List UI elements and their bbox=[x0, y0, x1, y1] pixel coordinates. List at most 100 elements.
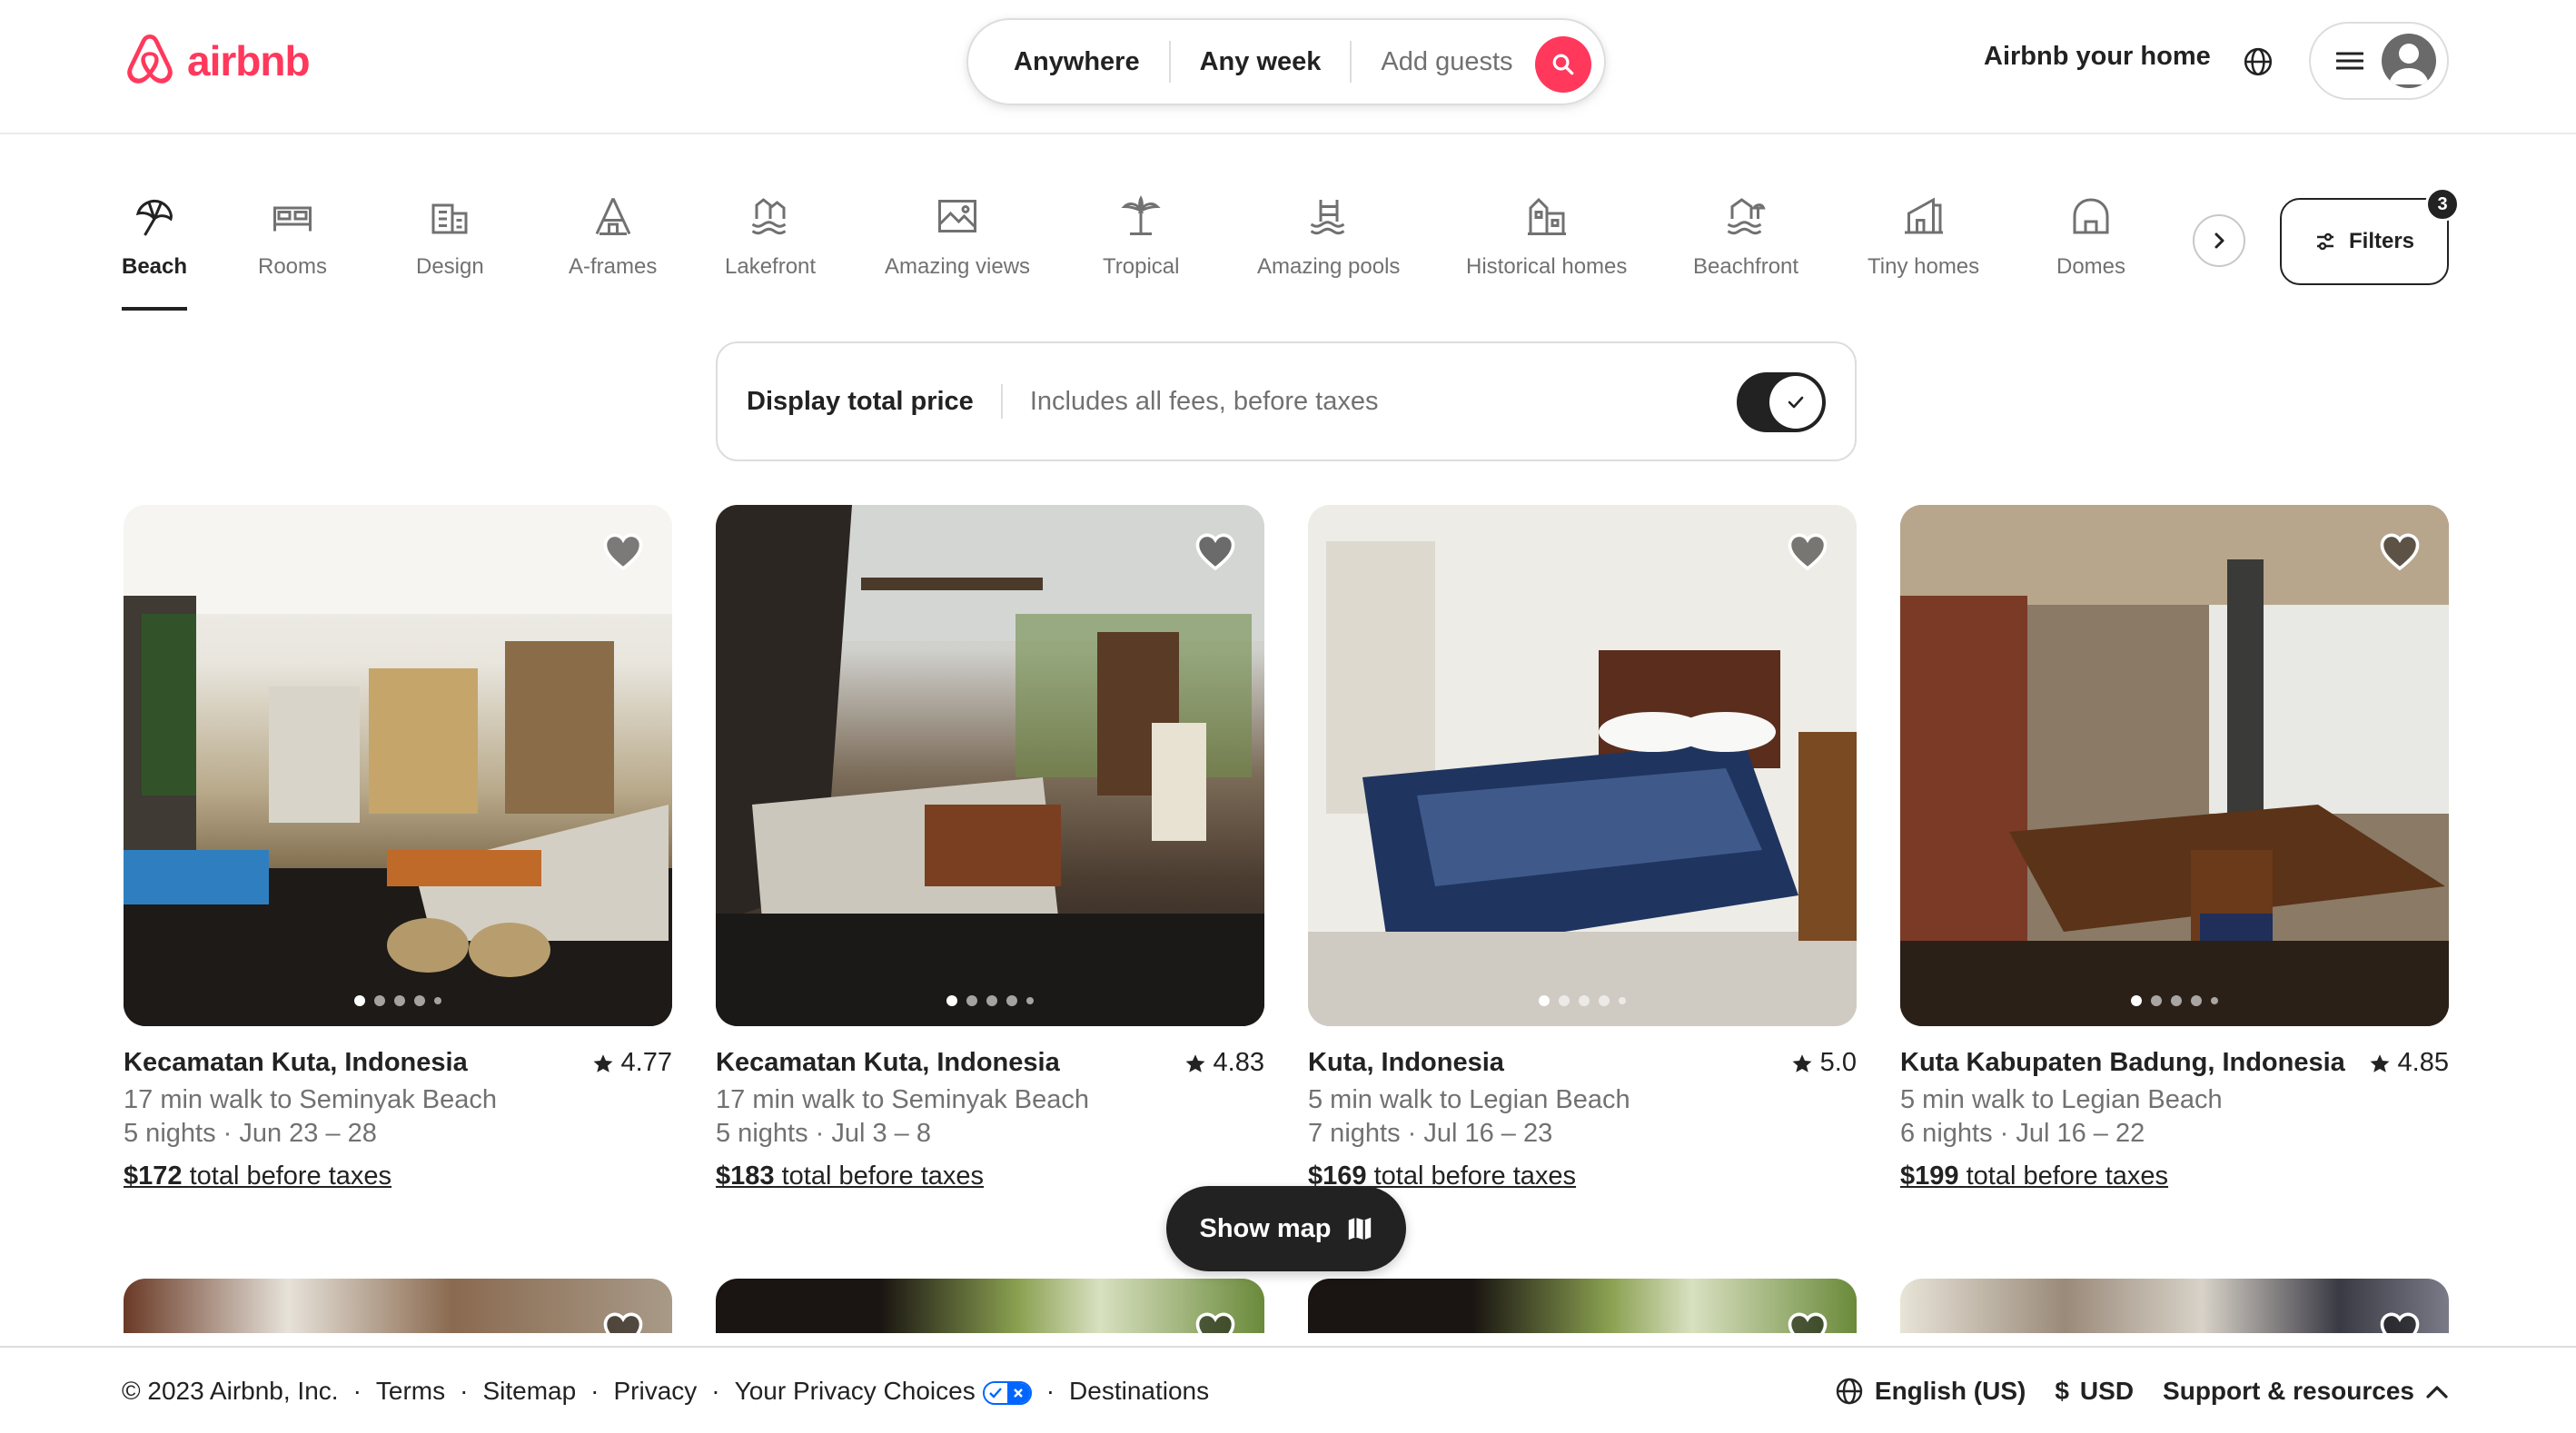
category-historical-homes[interactable]: Historical homes bbox=[1466, 193, 1627, 280]
footer-separator: · bbox=[1045, 1377, 1055, 1405]
privacy-choices-label: Your Privacy Choices bbox=[734, 1377, 976, 1405]
star-icon bbox=[593, 1053, 613, 1072]
footer-link-destinations[interactable]: Destinations bbox=[1069, 1377, 1209, 1406]
footer-link-privacy[interactable]: Privacy bbox=[614, 1377, 698, 1406]
price-suffix: total before taxes bbox=[189, 1161, 392, 1191]
category-label: Amazing pools bbox=[1257, 254, 1401, 279]
airbnb-logo[interactable]: airbnb bbox=[122, 31, 311, 91]
footer-link-sitemap[interactable]: Sitemap bbox=[482, 1377, 576, 1406]
search-location-button[interactable]: Anywhere bbox=[968, 47, 1169, 77]
airbnb-your-home-link[interactable]: Airbnb your home bbox=[1984, 42, 2211, 72]
listing-title: Kuta Kabupaten Badung, Indonesia bbox=[1900, 1048, 2345, 1077]
price-bar-divider bbox=[1000, 384, 1003, 419]
rating-value: 5.0 bbox=[1819, 1048, 1857, 1077]
category-label: Beachfront bbox=[1693, 254, 1799, 279]
heart-icon[interactable] bbox=[1194, 530, 1237, 574]
filters-button[interactable]: Filters 3 bbox=[2280, 187, 2460, 285]
search-guests-button[interactable]: Add guests bbox=[1352, 47, 1545, 77]
category-amazing-views[interactable]: Amazing views bbox=[885, 193, 1030, 280]
listing-card[interactable]: Kecamatan Kuta, Indonesia 4.77 17 min wa… bbox=[124, 505, 672, 1191]
heart-icon[interactable] bbox=[2378, 530, 2422, 574]
map-icon bbox=[1348, 1217, 1371, 1240]
chevron-right-icon bbox=[2214, 232, 2224, 249]
price-amount: $172 bbox=[124, 1161, 183, 1191]
footer: © 2023 Airbnb, Inc. · Terms · Sitemap · … bbox=[0, 1346, 2576, 1433]
category-rooms[interactable]: Rooms bbox=[258, 193, 327, 280]
top-header: airbnb Anywhere Any week Add guests Airb… bbox=[0, 0, 2576, 134]
listing-price[interactable]: $172 total before taxes bbox=[124, 1161, 672, 1191]
user-menu-button[interactable] bbox=[2309, 22, 2449, 100]
a-frame-icon bbox=[590, 193, 637, 240]
search-bar[interactable]: Anywhere Any week Add guests bbox=[966, 18, 1606, 105]
footer-language-button[interactable]: English (US) bbox=[1835, 1377, 2026, 1406]
listing-price[interactable]: $183 total before taxes bbox=[716, 1161, 1264, 1191]
footer-support-button[interactable]: Support & resources bbox=[2163, 1377, 2449, 1406]
listing-photo[interactable] bbox=[1900, 505, 2449, 1026]
category-domes[interactable]: Domes bbox=[2056, 193, 2125, 280]
search-dates-button[interactable]: Any week bbox=[1171, 47, 1351, 77]
listing-card[interactable]: Kecamatan Kuta, Indonesia 4.83 17 min wa… bbox=[716, 505, 1264, 1191]
globe-icon bbox=[1836, 1378, 1863, 1405]
listing-photo[interactable] bbox=[1308, 505, 1857, 1026]
listing-card[interactable]: Kuta Kabupaten Badung, Indonesia 4.85 5 … bbox=[1900, 505, 2449, 1191]
heart-icon[interactable] bbox=[1194, 1309, 1237, 1333]
bed-icon bbox=[269, 193, 316, 240]
star-icon bbox=[1792, 1053, 1812, 1072]
filters-count-badge: 3 bbox=[2425, 187, 2460, 222]
display-total-price-title: Display total price bbox=[747, 386, 974, 416]
listing-title: Kecamatan Kuta, Indonesia bbox=[716, 1048, 1060, 1077]
language-label: English (US) bbox=[1874, 1377, 2026, 1405]
footer-link-privacy-choices[interactable]: Your Privacy Choices bbox=[735, 1377, 1032, 1406]
footer-separator: · bbox=[460, 1377, 469, 1405]
listing-photo-partial[interactable] bbox=[1308, 1279, 1857, 1333]
price-suffix: total before taxes bbox=[1966, 1161, 2169, 1191]
footer-separator: · bbox=[352, 1377, 362, 1405]
listing-price[interactable]: $169 total before taxes bbox=[1308, 1161, 1857, 1191]
listing-card[interactable]: Kuta, Indonesia 5.0 5 min walk to Legian… bbox=[1308, 505, 1857, 1191]
listing-rating: 4.85 bbox=[2369, 1048, 2449, 1078]
heart-icon[interactable] bbox=[2378, 1309, 2422, 1333]
categories-next-button[interactable] bbox=[2193, 214, 2245, 267]
hamburger-menu-icon bbox=[2336, 52, 2363, 70]
heart-icon[interactable] bbox=[1786, 1309, 1829, 1333]
listing-price[interactable]: $199 total before taxes bbox=[1900, 1161, 2449, 1191]
listing-stay-dates: 6 nights · Jul 16 – 22 bbox=[1900, 1119, 2145, 1148]
category-design[interactable]: Design bbox=[416, 193, 484, 280]
listing-title: Kecamatan Kuta, Indonesia bbox=[124, 1048, 468, 1077]
footer-link-terms[interactable]: Terms bbox=[376, 1377, 445, 1406]
listing-rating: 4.77 bbox=[592, 1048, 672, 1078]
listing-distance: 17 min walk to Seminyak Beach bbox=[124, 1085, 498, 1114]
category-beachfront[interactable]: Beachfront bbox=[1693, 193, 1798, 280]
historical-home-icon bbox=[1523, 193, 1570, 240]
language-button[interactable] bbox=[2236, 40, 2280, 84]
category-amazing-pools[interactable]: Amazing pools bbox=[1257, 193, 1400, 280]
listing-photo[interactable] bbox=[124, 505, 672, 1026]
brand-name: airbnb bbox=[187, 37, 311, 84]
filters-label: Filters bbox=[2348, 229, 2415, 253]
heart-icon[interactable] bbox=[601, 1309, 645, 1333]
tiny-home-icon bbox=[1900, 193, 1947, 240]
listing-photo-partial[interactable] bbox=[124, 1279, 672, 1333]
listing-photo-partial[interactable] bbox=[716, 1279, 1264, 1333]
total-price-toggle[interactable] bbox=[1737, 372, 1826, 432]
category-a-frames[interactable]: A-frames bbox=[569, 193, 657, 280]
pool-icon bbox=[1305, 193, 1352, 240]
show-map-button[interactable]: Show map bbox=[1166, 1186, 1406, 1271]
price-suffix: total before taxes bbox=[781, 1161, 985, 1191]
category-tiny-homes[interactable]: Tiny homes bbox=[1868, 193, 1979, 280]
listing-distance: 5 min walk to Legian Beach bbox=[1308, 1085, 1630, 1114]
footer-currency-button[interactable]: $ USD bbox=[2055, 1377, 2134, 1406]
building-icon bbox=[426, 193, 473, 240]
show-map-label: Show map bbox=[1199, 1213, 1332, 1243]
category-lakefront[interactable]: Lakefront bbox=[725, 193, 816, 280]
category-beach[interactable]: Beach bbox=[122, 193, 187, 280]
support-label: Support & resources bbox=[2163, 1377, 2414, 1405]
listing-photo-partial[interactable] bbox=[1900, 1279, 2449, 1333]
heart-icon[interactable] bbox=[601, 530, 645, 574]
listing-photo[interactable] bbox=[716, 505, 1264, 1026]
category-tropical[interactable]: Tropical bbox=[1103, 193, 1179, 280]
heart-icon[interactable] bbox=[1786, 530, 1829, 574]
category-label: Design bbox=[416, 254, 484, 279]
avatar bbox=[2382, 34, 2436, 88]
search-submit-button[interactable] bbox=[1535, 36, 1591, 93]
